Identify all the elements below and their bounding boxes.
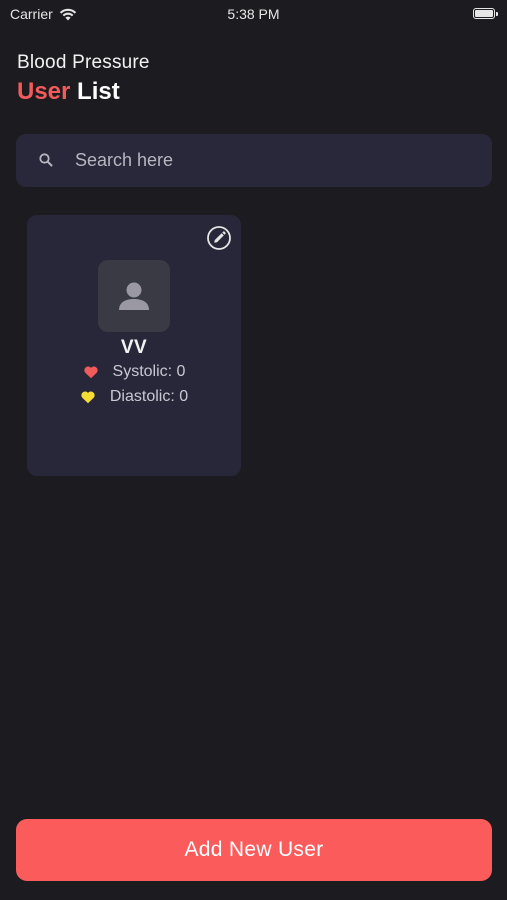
page-header: Blood Pressure User List [17, 52, 150, 106]
status-time: 5:38 PM [227, 6, 280, 22]
page-title-accent: User [17, 78, 71, 105]
systolic-row: Systolic: 0 [27, 363, 241, 381]
user-name: VV [120, 337, 148, 358]
search-icon [39, 153, 53, 167]
search-bar[interactable] [16, 134, 492, 187]
page-subtitle: Blood Pressure [17, 52, 150, 73]
person-icon [119, 282, 149, 310]
page-title: User List [17, 78, 150, 106]
screen: Carrier 5:38 PM Blood Pressure User List [0, 0, 507, 900]
user-card[interactable]: VV Systolic: 0 Diastolic: 0 [27, 215, 241, 476]
heart-icon [81, 391, 95, 404]
search-input[interactable] [75, 134, 465, 187]
battery-fill [475, 10, 493, 17]
pencil-icon[interactable] [206, 225, 232, 251]
systolic-value: Systolic: 0 [112, 363, 186, 380]
heart-icon [83, 366, 98, 379]
add-new-user-button[interactable]: Add New User [16, 819, 492, 881]
page-title-main: List [77, 78, 120, 105]
battery-icon [473, 8, 498, 19]
diastolic-row: Diastolic: 0 [27, 388, 241, 406]
avatar [98, 260, 170, 332]
status-bar: Carrier 5:38 PM [0, 0, 507, 28]
diastolic-value: Diastolic: 0 [109, 388, 189, 405]
